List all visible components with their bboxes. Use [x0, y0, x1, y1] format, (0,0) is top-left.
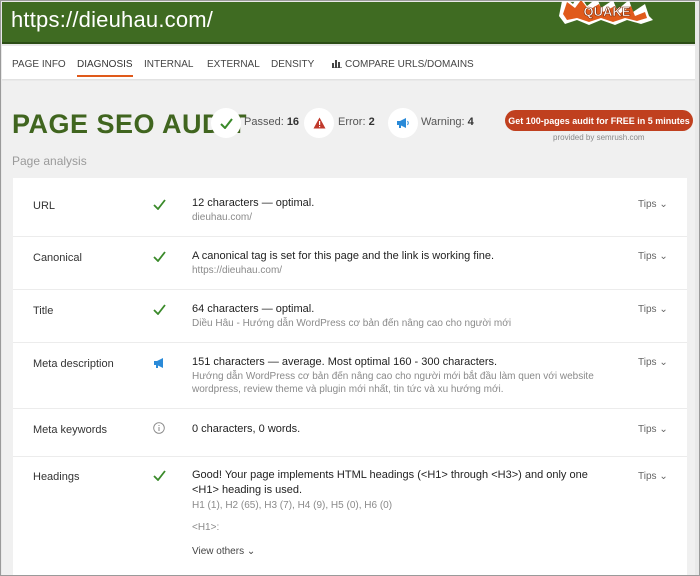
- table-row-headings: Headings Good! Your page implements HTML…: [13, 457, 687, 575]
- table-row-meta-keywords: Meta keywords 0 characters, 0 words. Tip…: [13, 409, 687, 457]
- warning-megaphone-icon: [388, 108, 418, 138]
- row-label: Headings: [33, 471, 80, 483]
- error-icon: [304, 108, 334, 138]
- audit-content: PAGE SEO AUDIT Passed: 16 Error: 2 Warni…: [2, 81, 695, 575]
- row-message: 151 characters — average. Most optimal 1…: [192, 356, 498, 368]
- chevron-down-icon: ⌄: [659, 199, 668, 210]
- url-header: https://dieuhau.com/ QUAKE: [2, 1, 695, 44]
- tips-toggle[interactable]: Tips ⌄: [638, 304, 668, 315]
- row-message: Good! Your page implements HTML headings…: [192, 469, 588, 496]
- chevron-down-icon: ⌄: [659, 471, 668, 482]
- row-detail: Hướng dẫn WordPress cơ bản đến nâng cao …: [192, 371, 594, 395]
- section-subtitle: Page analysis: [12, 154, 87, 168]
- tips-toggle[interactable]: Tips ⌄: [638, 251, 668, 262]
- passed-stat: Passed: 16: [244, 116, 300, 128]
- full-audit-button[interactable]: Get 100-pages audit for FREE in 5 minute…: [505, 110, 693, 131]
- provided-by: provided by semrush.com: [553, 133, 645, 142]
- passed-icon: [211, 108, 241, 138]
- view-others-link[interactable]: View others ⌄: [192, 546, 255, 557]
- row-message: A canonical tag is set for this page and…: [192, 250, 495, 262]
- check-icon: [153, 199, 166, 210]
- quake-logo: QUAKE: [559, 1, 653, 25]
- error-stat: Error: 2: [338, 116, 375, 128]
- page-url: https://dieuhau.com/: [11, 7, 214, 32]
- chevron-down-icon: ⌄: [659, 357, 668, 368]
- tab-diagnosis[interactable]: DIAGNOSIS: [77, 59, 133, 77]
- table-row-url: URL 12 characters — optimal. dieuhau.com…: [13, 178, 687, 237]
- row-message: 0 characters, 0 words.: [192, 423, 301, 435]
- tips-toggle[interactable]: Tips ⌄: [638, 424, 668, 435]
- chevron-down-icon: ⌄: [659, 304, 668, 315]
- check-icon: [153, 470, 166, 481]
- tab-bar: PAGE INFO DIAGNOSIS INTERNAL EXTERNAL DE…: [2, 46, 695, 80]
- row-label: Canonical: [33, 252, 82, 264]
- browser-frame: https://dieuhau.com/ QUAKE PAGE INFO DIA…: [0, 0, 700, 576]
- tab-internal[interactable]: INTERNAL: [144, 59, 193, 70]
- row-detail: Diều Hâu - Hướng dẫn WordPress cơ bản đế…: [192, 318, 512, 329]
- table-row-canonical: Canonical A canonical tag is set for thi…: [13, 237, 687, 290]
- table-row-title: Title 64 characters — optimal. Diều Hâu …: [13, 290, 687, 343]
- chevron-down-icon: ⌄: [659, 251, 668, 262]
- row-label: URL: [33, 200, 56, 212]
- tab-compare-label: COMPARE URLS/DOMAINS: [345, 59, 474, 70]
- row-message: 12 characters — optimal.: [192, 197, 315, 209]
- tab-page-info[interactable]: PAGE INFO: [12, 59, 66, 70]
- tips-toggle[interactable]: Tips ⌄: [638, 357, 668, 368]
- check-icon: [153, 251, 166, 262]
- tab-compare[interactable]: COMPARE URLS/DOMAINS: [332, 59, 474, 70]
- row-detail: dieuhau.com/: [192, 212, 253, 223]
- row-label: Title: [33, 305, 54, 317]
- chevron-down-icon: ⌄: [659, 424, 668, 435]
- row-label: Meta description: [33, 358, 114, 370]
- tab-density[interactable]: DENSITY: [271, 59, 314, 70]
- info-icon: [153, 422, 165, 434]
- row-message: 64 characters — optimal.: [192, 303, 315, 315]
- tips-toggle[interactable]: Tips ⌄: [638, 471, 668, 482]
- tips-toggle[interactable]: Tips ⌄: [638, 199, 668, 210]
- chevron-down-icon: ⌄: [246, 546, 256, 557]
- tab-external[interactable]: EXTERNAL: [207, 59, 260, 70]
- warning-stat: Warning: 4: [421, 116, 474, 128]
- analysis-table: URL 12 characters — optimal. dieuhau.com…: [13, 178, 687, 575]
- svg-text:QUAKE: QUAKE: [584, 4, 631, 19]
- check-icon: [153, 304, 166, 315]
- row-detail: H1 (1), H2 (65), H3 (7), H4 (9), H5 (0),…: [192, 500, 393, 511]
- bar-chart-icon: [332, 60, 342, 68]
- h1-label: <H1>:: [192, 522, 220, 533]
- table-row-meta-description: Meta description 151 characters — averag…: [13, 343, 687, 409]
- row-detail: https://dieuhau.com/: [192, 265, 283, 276]
- megaphone-warning-icon: [154, 358, 163, 368]
- row-label: Meta keywords: [33, 424, 107, 436]
